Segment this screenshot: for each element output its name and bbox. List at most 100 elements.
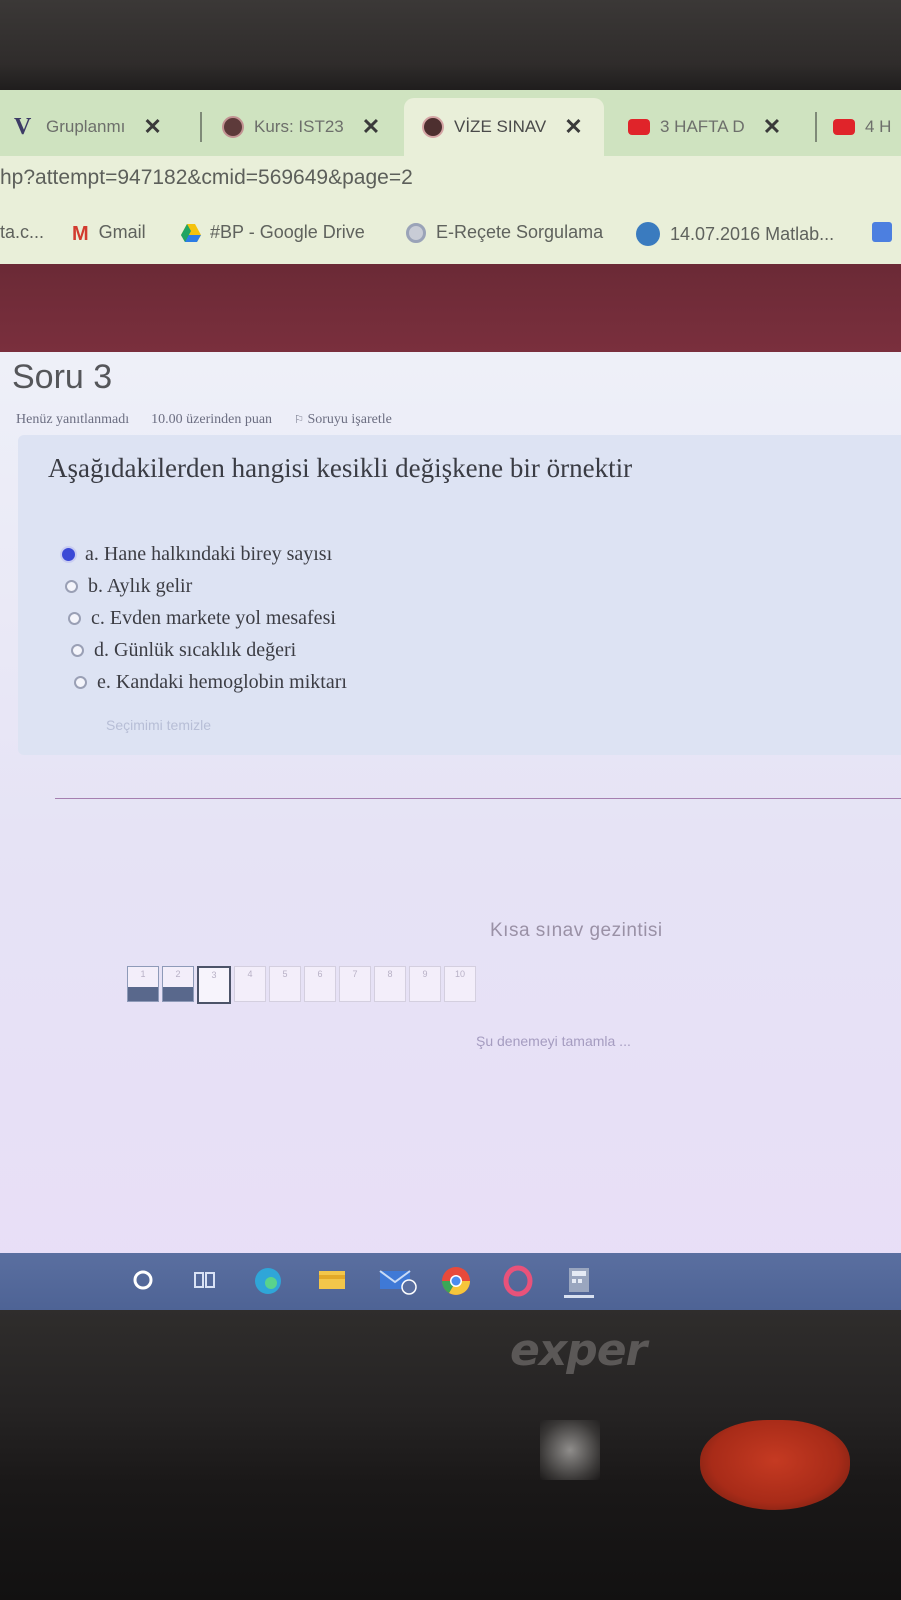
moodle-icon (422, 116, 444, 138)
radio-unselected[interactable] (74, 675, 87, 689)
tab-separator (815, 112, 817, 142)
flag-icon: ⚐ (294, 414, 304, 426)
clear-choice-link[interactable]: Seçimimi temizle (106, 717, 211, 733)
search-icon[interactable] (128, 1265, 158, 1295)
nav-question-2[interactable]: 2 (162, 966, 194, 1002)
taskbar (0, 1253, 901, 1310)
tab-separator (200, 112, 202, 142)
radio-unselected[interactable] (65, 579, 78, 593)
quiz-navigation-title: Kısa sınav gezintisi (490, 920, 663, 941)
nav-question-7[interactable]: 7 (339, 966, 371, 1002)
nav-num: 6 (317, 969, 323, 979)
bookmark-ereçete[interactable]: E-Reçete Sorgulama (406, 222, 603, 243)
nav-num: 5 (282, 969, 288, 979)
tab-4[interactable]: 3 HAFTA D ✕ (628, 98, 808, 156)
quiz-navigation-grid: 1 2 3 4 5 6 7 8 9 10 (127, 966, 476, 1004)
nav-question-4[interactable]: 4 (234, 966, 266, 1002)
nav-num: 1 (140, 969, 146, 979)
option-d[interactable]: d. Günlük sıcaklık değeri (71, 634, 347, 666)
close-icon[interactable]: ✕ (362, 114, 380, 140)
bookmark-drive[interactable]: #BP - Google Drive (180, 222, 365, 243)
question-box: Aşağıdakilerden hangisi kesikli değişken… (18, 435, 901, 755)
nav-num: 2 (175, 969, 181, 979)
tab-1-label: Gruplanmı (46, 117, 126, 136)
background-object (540, 1420, 600, 1480)
task-view-icon[interactable] (190, 1265, 220, 1295)
youtube-icon (833, 119, 855, 135)
option-c-label[interactable]: c. Evden markete yol mesafesi (91, 607, 336, 630)
bookmark-matlab-label: 14.07.2016 Matlab... (670, 223, 835, 244)
bookmark-1[interactable]: ta.c... (0, 222, 44, 243)
url-text[interactable]: hp?attempt=947182&cmid=569649&page=2 (0, 166, 413, 190)
background-red-object (700, 1420, 850, 1510)
bookmark-erecete-label: E-Reçete Sorgulama (436, 222, 604, 242)
divider (55, 798, 901, 799)
address-bar[interactable]: hp?attempt=947182&cmid=569649&page=2 (0, 156, 901, 206)
wordpress-icon (636, 222, 660, 246)
question-points: 10.00 üzerinden puan (151, 412, 273, 427)
tab-5[interactable]: 4 H (833, 98, 901, 156)
file-explorer-icon[interactable] (316, 1265, 346, 1295)
question-text: Aşağıdakilerden hangisi kesikli değişken… (48, 453, 633, 483)
globe-icon (406, 222, 426, 243)
radio-unselected[interactable] (71, 643, 84, 657)
moodle-icon (222, 116, 244, 138)
bookmark-matlab[interactable]: 14.07.2016 Matlab... (636, 222, 834, 246)
mail-icon[interactable] (378, 1265, 417, 1295)
close-icon[interactable]: ✕ (564, 114, 582, 140)
option-e-label[interactable]: e. Kandaki hemoglobin miktarı (97, 671, 347, 694)
tab-1[interactable]: V Gruplanmı ✕ (14, 98, 192, 156)
more-bookmark-icon[interactable] (872, 222, 892, 242)
nav-num: 7 (352, 969, 358, 979)
option-a-label[interactable]: a. Hane halkındaki birey sayısı (85, 543, 332, 566)
nav-question-1[interactable]: 1 (127, 966, 159, 1002)
option-b[interactable]: b. Aylık gelir (65, 570, 347, 602)
option-e[interactable]: e. Kandaki hemoglobin miktarı (74, 666, 347, 698)
nav-question-9[interactable]: 9 (409, 966, 441, 1002)
nav-question-6[interactable]: 6 (304, 966, 336, 1002)
close-icon[interactable]: ✕ (143, 114, 161, 140)
tab-2-label: Kurs: IST23 (254, 117, 344, 136)
gmail-icon: M (72, 222, 89, 245)
tab-3-label: VİZE SINAV (454, 117, 547, 136)
option-d-label[interactable]: d. Günlük sıcaklık değeri (94, 639, 296, 662)
nav-question-8[interactable]: 8 (374, 966, 406, 1002)
close-icon[interactable]: ✕ (763, 114, 781, 140)
bookmark-drive-label: #BP - Google Drive (210, 222, 365, 242)
tab-strip: V Gruplanmı ✕ Kurs: IST23 ✕ VİZE SINAV ✕… (0, 90, 901, 156)
question-title: Soru 3 (12, 358, 113, 396)
tab-4-label: 3 HAFTA D (660, 117, 745, 136)
nav-num: 3 (211, 970, 217, 980)
radio-unselected[interactable] (68, 611, 81, 625)
photo: V Gruplanmı ✕ Kurs: IST23 ✕ VİZE SINAV ✕… (0, 0, 901, 1600)
bookmark-1-label: ta.c... (0, 222, 45, 242)
v-icon: V (14, 114, 32, 140)
bookmark-gmail[interactable]: M Gmail (72, 222, 146, 245)
flag-question-link[interactable]: ⚐ Soruyu işaretle (294, 412, 392, 428)
finish-attempt-link[interactable]: Şu denemeyi tamamla ... (476, 1033, 631, 1049)
option-b-label[interactable]: b. Aylık gelir (88, 575, 192, 598)
calculator-icon[interactable] (564, 1265, 594, 1298)
answer-options: a. Hane halkındaki birey sayısı b. Aylık… (62, 538, 347, 698)
site-header (0, 264, 901, 352)
radio-selected[interactable] (62, 547, 75, 561)
nav-question-3[interactable]: 3 (197, 966, 231, 1004)
chrome-icon[interactable] (440, 1265, 470, 1295)
tab-3-active[interactable]: VİZE SINAV ✕ (404, 98, 604, 156)
youtube-icon (628, 119, 650, 135)
edge-icon[interactable] (252, 1265, 282, 1295)
question-info: Henüz yanıtlanmadı 10.00 üzerinden puan … (16, 412, 392, 428)
nav-num: 8 (387, 969, 393, 979)
nav-num: 10 (454, 969, 465, 979)
tab-5-label: 4 H (865, 117, 892, 136)
nav-question-5[interactable]: 5 (269, 966, 301, 1002)
nav-num: 4 (247, 969, 253, 979)
option-a[interactable]: a. Hane halkındaki birey sayısı (62, 538, 347, 570)
screen: V Gruplanmı ✕ Kurs: IST23 ✕ VİZE SINAV ✕… (0, 90, 901, 1310)
tab-2[interactable]: Kurs: IST23 ✕ (222, 98, 392, 156)
nav-question-10[interactable]: 10 (444, 966, 476, 1002)
question-status: Henüz yanıtlanmadı (16, 412, 130, 427)
opera-icon[interactable] (502, 1265, 533, 1297)
option-c[interactable]: c. Evden markete yol mesafesi (68, 602, 347, 634)
nav-num: 9 (422, 969, 428, 979)
